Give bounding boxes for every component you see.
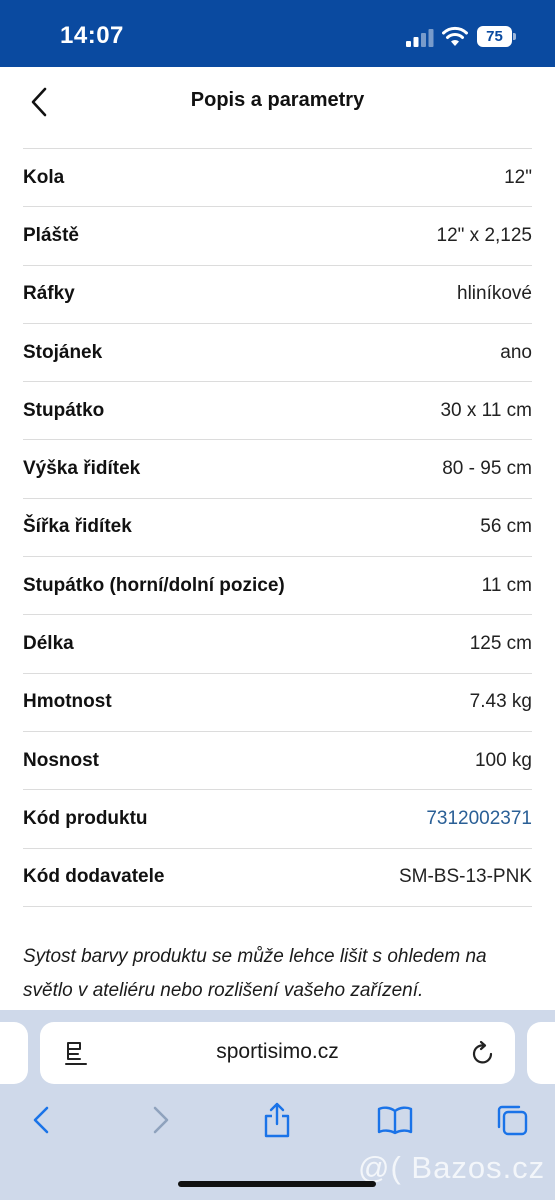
battery-icon: 75 bbox=[477, 26, 517, 47]
spec-label: Stojánek bbox=[23, 341, 103, 363]
address-text[interactable]: sportisimo.cz bbox=[40, 1040, 515, 1064]
previous-tab-edge[interactable] bbox=[0, 1022, 28, 1084]
wifi-icon bbox=[442, 26, 468, 46]
spec-row: Šířka řidítek 56 cm bbox=[23, 499, 532, 558]
tabs-button[interactable] bbox=[490, 1098, 534, 1142]
back-icon bbox=[33, 1106, 49, 1134]
spec-label: Délka bbox=[23, 633, 74, 655]
bookmarks-icon bbox=[377, 1106, 413, 1135]
spec-row: Kód produktu 7312002371 bbox=[23, 790, 532, 849]
spec-label: Pláště bbox=[23, 224, 79, 246]
spec-label: Nosnost bbox=[23, 749, 99, 771]
spec-value: 30 x 11 cm bbox=[440, 399, 532, 421]
spec-value: 100 kg bbox=[474, 749, 532, 771]
spec-value: hliníkové bbox=[457, 283, 532, 305]
product-code-link[interactable]: 7312002371 bbox=[426, 808, 532, 830]
browser-back-button[interactable] bbox=[19, 1098, 63, 1142]
page-header: Popis a parametry bbox=[0, 67, 555, 147]
spec-label: Ráfky bbox=[23, 283, 75, 305]
spec-label: Výška řidítek bbox=[23, 458, 141, 480]
home-indicator bbox=[178, 1181, 376, 1187]
forward-icon bbox=[153, 1106, 169, 1134]
page-title: Popis a parametry bbox=[190, 89, 365, 111]
spec-value: 56 cm bbox=[480, 516, 532, 538]
spec-row: Hmotnost 7.43 kg bbox=[23, 674, 532, 732]
spec-label: Kód produktu bbox=[23, 807, 148, 829]
share-button[interactable] bbox=[255, 1098, 299, 1142]
browser-forward-button[interactable] bbox=[139, 1098, 183, 1142]
spec-row: Délka 125 cm bbox=[23, 615, 532, 674]
spec-row: Výška řidítek 80 - 95 cm bbox=[23, 440, 532, 499]
spec-value: 12" bbox=[504, 166, 532, 188]
watermark: @( Bazos.cz bbox=[358, 1150, 546, 1185]
spec-value: 80 - 95 cm bbox=[442, 458, 532, 480]
spec-value: SM-BS-13-PNK bbox=[398, 866, 532, 888]
battery-level: 75 bbox=[486, 28, 503, 45]
spec-row: Kola 12" bbox=[23, 149, 532, 208]
spec-label: Kola bbox=[23, 166, 65, 188]
spec-row: Stupátko 30 x 11 cm bbox=[23, 382, 532, 441]
share-icon bbox=[264, 1102, 290, 1138]
reload-icon[interactable] bbox=[470, 1040, 496, 1066]
spec-label: Šířka řidítek bbox=[23, 516, 132, 538]
spec-value: 12" x 2,125 bbox=[436, 224, 532, 246]
status-bar: 14:07 75 bbox=[0, 0, 555, 67]
spec-row: Ráfky hliníkové bbox=[23, 266, 532, 324]
next-tab-edge[interactable] bbox=[527, 1022, 555, 1084]
spec-label: Stupátko bbox=[23, 399, 105, 421]
spec-row: Pláště 12" x 2,125 bbox=[23, 207, 532, 266]
tabs-icon bbox=[497, 1105, 528, 1136]
color-disclaimer: Sytost barvy produktu se může lehce liši… bbox=[23, 946, 487, 1001]
spec-value: 7.43 kg bbox=[469, 691, 532, 713]
spec-value: 11 cm bbox=[481, 574, 532, 596]
spec-row: Nosnost 100 kg bbox=[23, 732, 532, 791]
spec-row: Kód dodavatele SM-BS-13-PNK bbox=[23, 849, 532, 907]
spec-row: Stupátko (horní/dolní pozice) 11 cm bbox=[23, 557, 532, 616]
spec-label: Stupátko (horní/dolní pozice) bbox=[23, 574, 285, 596]
address-bar[interactable]: sportisimo.cz bbox=[40, 1022, 515, 1084]
spec-label: Kód dodavatele bbox=[23, 866, 165, 888]
signal-icon bbox=[406, 29, 434, 47]
spec-row: Stojánek ano bbox=[23, 324, 532, 383]
spec-table: Kola 12" Pláště 12" x 2,125 Ráfky hliník… bbox=[23, 148, 532, 907]
status-time: 14:07 bbox=[60, 22, 124, 49]
spec-value: 125 cm bbox=[469, 633, 532, 655]
bookmarks-button[interactable] bbox=[373, 1098, 417, 1142]
spec-label: Hmotnost bbox=[23, 691, 112, 713]
spec-value: ano bbox=[500, 341, 532, 363]
